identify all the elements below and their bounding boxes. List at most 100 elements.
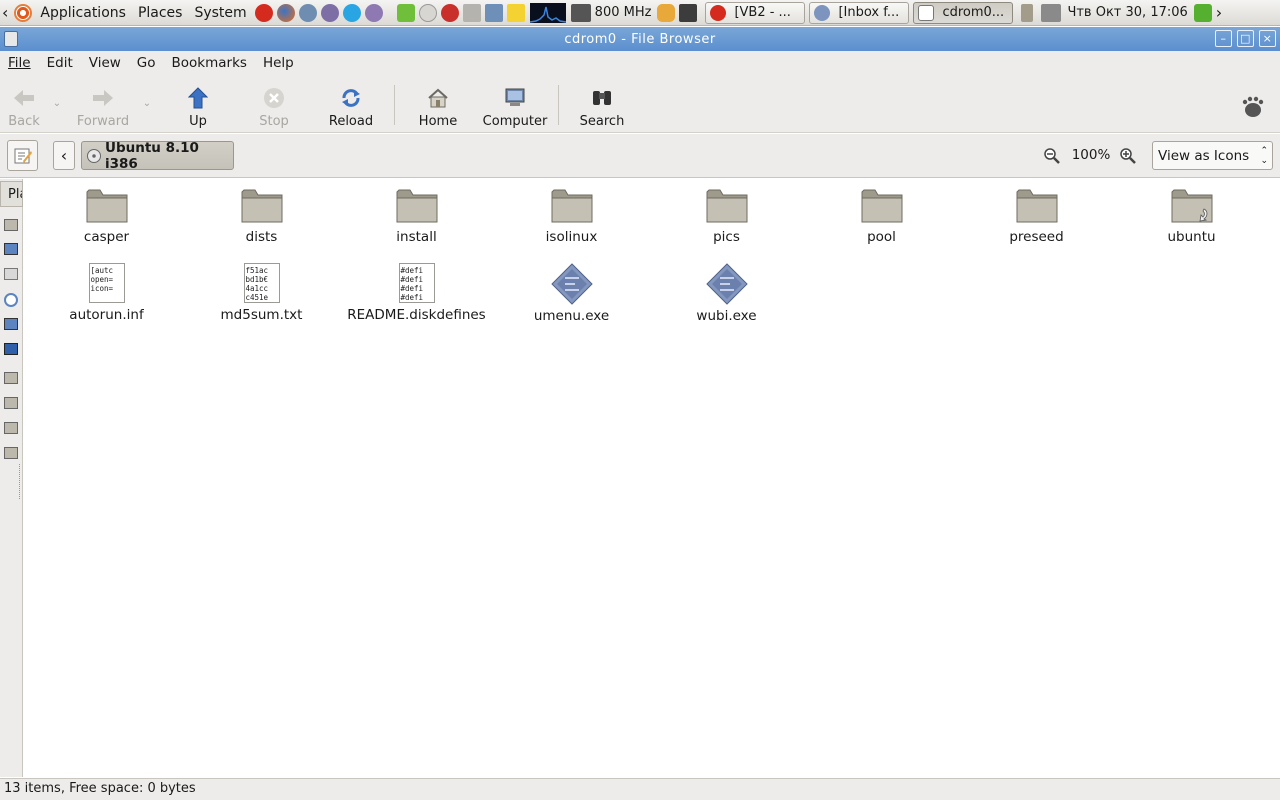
minimize-button[interactable]: –: [1215, 30, 1232, 47]
back-button[interactable]: Back: [4, 81, 44, 129]
home-icon: [428, 88, 448, 108]
sidebar-resize-handle[interactable]: [19, 464, 21, 499]
zoom-out-icon[interactable]: [1044, 148, 1060, 164]
file-item[interactable]: #defi #defi #defi #defi README.diskdefine…: [339, 263, 494, 323]
bookmark-folder-icon[interactable]: [4, 422, 18, 434]
forward-history-dropdown[interactable]: ⌄: [140, 95, 154, 109]
file-item[interactable]: dists: [184, 187, 339, 245]
toolbar-separator-2: [558, 85, 559, 125]
menu-edit[interactable]: Edit: [39, 55, 81, 71]
panel-scroll-right[interactable]: ›: [1214, 0, 1224, 26]
reload-button[interactable]: Reload: [326, 81, 376, 129]
cpu-frequency-label[interactable]: 800 MHz: [593, 0, 656, 26]
menu-help[interactable]: Help: [255, 55, 302, 71]
clock[interactable]: Чтв Окт 30, 17:06: [1063, 0, 1191, 26]
file-item[interactable]: umenu.exe: [494, 263, 649, 324]
file-name-label: md5sum.txt: [220, 307, 303, 323]
toolbar: Back ⌄ Forward ⌄ Up Stop Reload Home Com…: [0, 75, 1280, 133]
home-button[interactable]: Home: [414, 81, 462, 129]
task-opera[interactable]: [VB2 - ...: [705, 1, 806, 24]
up-label: Up: [189, 114, 207, 129]
back-history-dropdown[interactable]: ⌄: [50, 95, 64, 109]
opera-mail-icon[interactable]: [440, 3, 459, 22]
search-button[interactable]: Search: [578, 81, 626, 129]
skype-launcher-icon[interactable]: [342, 3, 361, 22]
file-name-label: preseed: [1009, 229, 1064, 245]
task-thunderbird[interactable]: [Inbox f...: [809, 1, 910, 24]
stop-label: Stop: [259, 114, 289, 129]
system-monitor-graph[interactable]: [529, 2, 566, 23]
cpu-graph-icon: [529, 6, 566, 23]
notes-applet-icon[interactable]: [506, 3, 525, 22]
ubuntu-logo-icon: [14, 3, 33, 22]
volume-icon[interactable]: [1041, 3, 1062, 22]
menu-go[interactable]: Go: [129, 55, 164, 71]
file-item[interactable]: [autc open= icon= autorun.inf: [29, 263, 184, 323]
computer-button[interactable]: Computer: [482, 81, 548, 129]
firefox-launcher-icon[interactable]: [276, 3, 295, 22]
places-sidebar[interactable]: Pla: [0, 179, 23, 777]
path-back-button[interactable]: ‹: [53, 141, 75, 170]
toggle-location-entry-button[interactable]: [7, 140, 38, 171]
bookmark-folder-icon[interactable]: [4, 372, 18, 384]
places-menu[interactable]: Places: [132, 0, 189, 26]
text-file-icon: [autc open= icon=: [88, 263, 125, 303]
network-status-icon[interactable]: [396, 3, 415, 22]
desktop-icon[interactable]: [4, 243, 18, 255]
up-button[interactable]: Up: [178, 81, 218, 129]
menu-view[interactable]: View: [81, 55, 129, 71]
file-item[interactable]: install: [339, 187, 494, 245]
file-item[interactable]: f51ac bd1b€ 4a1cc c451e md5sum.txt: [184, 263, 339, 323]
opera-launcher-icon[interactable]: [254, 3, 273, 22]
file-item[interactable]: preseed: [959, 187, 1114, 245]
running-man-icon[interactable]: [1193, 3, 1212, 22]
zoom-in-icon[interactable]: [1120, 148, 1136, 164]
home-folder-icon[interactable]: [4, 219, 18, 231]
zoom-level[interactable]: 100%: [1070, 147, 1112, 163]
bookmark-folder-icon[interactable]: [4, 447, 18, 459]
monster-launcher-icon[interactable]: [364, 3, 383, 22]
folder-icon: [551, 187, 593, 223]
gnome-foot-throbber-icon: [1240, 95, 1264, 119]
system-menu[interactable]: System: [188, 0, 252, 26]
network-icon[interactable]: [4, 318, 18, 330]
printer-icon[interactable]: [462, 3, 481, 22]
file-item[interactable]: pics: [649, 187, 804, 245]
task-file-browser[interactable]: cdrom0...: [913, 1, 1014, 24]
glasses-icon[interactable]: [657, 3, 676, 22]
file-item[interactable]: wubi.exe: [649, 263, 804, 324]
lock-screen-icon[interactable]: [679, 3, 698, 22]
file-name-label: autorun.inf: [69, 307, 144, 323]
icon-view[interactable]: casper dists install isolinux pics pool presee…: [23, 179, 1280, 777]
path-button-cdrom[interactable]: Ubuntu 8.10 i386: [81, 140, 234, 172]
cdrom-drive-icon[interactable]: [4, 293, 18, 307]
power-plug-icon[interactable]: [1021, 3, 1034, 22]
file-item[interactable]: casper: [29, 187, 184, 245]
menu-bookmarks[interactable]: Bookmarks: [164, 55, 255, 71]
stop-icon: [264, 88, 284, 108]
panel-scroll-left[interactable]: ‹: [0, 0, 10, 26]
gftp-launcher-icon[interactable]: [298, 3, 317, 22]
home-label: Home: [418, 114, 458, 129]
window-menu-icon[interactable]: [4, 31, 18, 47]
floppy-icon[interactable]: [4, 343, 18, 355]
applications-menu[interactable]: Applications: [10, 0, 132, 26]
bookmark-folder-icon[interactable]: [4, 397, 18, 409]
file-item[interactable]: pool: [804, 187, 959, 245]
menu-file[interactable]: File: [0, 55, 39, 71]
window-titlebar[interactable]: cdrom0 - File Browser – □ ×: [0, 27, 1280, 51]
forward-button[interactable]: Forward: [76, 81, 130, 129]
file-item[interactable]: isolinux: [494, 187, 649, 245]
view-mode-select[interactable]: View as Icons ⌃ ⌄: [1152, 141, 1273, 170]
stop-button[interactable]: Stop: [254, 81, 294, 129]
network-manager-icon[interactable]: [484, 3, 503, 22]
filesystem-icon[interactable]: [4, 268, 18, 280]
toolbar-separator: [394, 85, 395, 125]
gnome-notes-icon[interactable]: [418, 3, 437, 22]
back-arrow-icon: [14, 90, 34, 106]
close-button[interactable]: ×: [1259, 30, 1276, 47]
pidgin-launcher-icon[interactable]: [320, 3, 339, 22]
maximize-button[interactable]: □: [1237, 30, 1254, 47]
menubar: File Edit View Go Bookmarks Help: [0, 51, 1280, 75]
file-item[interactable]: ubuntu: [1114, 187, 1269, 245]
